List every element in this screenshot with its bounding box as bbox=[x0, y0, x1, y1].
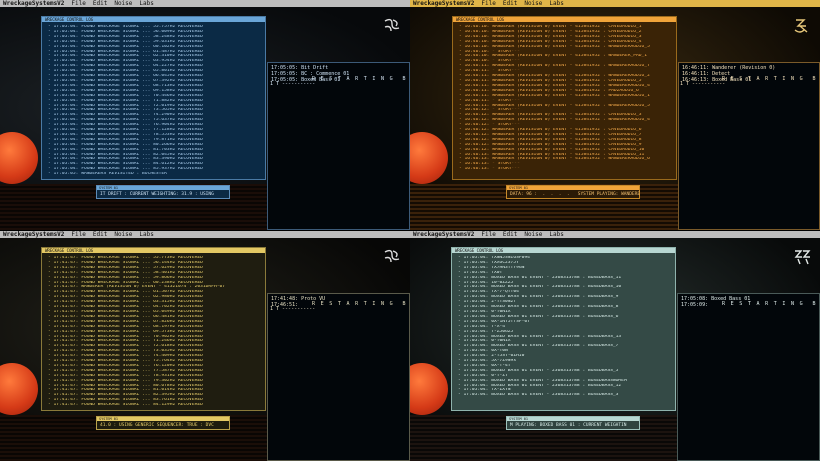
menu-bar: WreckageSystemsV2 File Edit Noise Labs bbox=[410, 231, 820, 238]
app-name[interactable]: WreckageSystemsV2 bbox=[413, 231, 474, 238]
log-lines: - 17:05:04: FOUND WRECKAGE SIGNAL ... 55… bbox=[48, 25, 261, 175]
log-line: - 17:05:04: BOXED BASS 01 EVENT - 236831… bbox=[458, 393, 619, 398]
menu-noise[interactable]: Noise bbox=[114, 231, 132, 238]
menu-file[interactable]: File bbox=[481, 0, 495, 7]
log-line: - 16:46:13: * STORY*** bbox=[459, 167, 520, 172]
log-line: - 17:41:47: FOUND WRECKAGE SIGNAL ... 84… bbox=[48, 403, 203, 406]
wreckage-logo-icon bbox=[384, 249, 400, 263]
terminal-window[interactable]: 17:41:48: Proto VU 17:46:51: bbox=[267, 293, 410, 461]
window-title[interactable]: WRECKAGE CONTROL LOG bbox=[42, 248, 265, 253]
menu-file[interactable]: File bbox=[481, 231, 495, 238]
menu-noise[interactable]: Noise bbox=[114, 0, 132, 7]
window-title[interactable]: WRECKAGE CONTROL LOG bbox=[453, 17, 676, 22]
quadrant-yellow: WreckageSystemsV2 File Edit Noise Labs W… bbox=[0, 231, 410, 461]
log-lines: - 17:41:47: FOUND WRECKAGE SIGNAL ... 55… bbox=[48, 256, 261, 406]
quad-view: WreckageSystemsV2 File Edit Noise Labs W… bbox=[0, 0, 820, 461]
log-lines: - 17:05:04: TXNNJSNIOSF094- 17:05:04: TX… bbox=[458, 256, 671, 406]
control-log-window[interactable]: WRECKAGE CONTROL LOG - 17:05:04: TXNNJSN… bbox=[451, 247, 676, 411]
menu-bar: WreckageSystemsV2 File Edit Noise Labs bbox=[410, 0, 820, 7]
menu-noise[interactable]: Noise bbox=[524, 0, 542, 7]
status-text: 41.0 : USING GENERIC SEQUENCER: TRUE : D… bbox=[100, 423, 214, 428]
menu-file[interactable]: File bbox=[71, 231, 85, 238]
terminal-window[interactable]: 17:05:08: Boxed Bass 01 17:05:09: bbox=[677, 293, 820, 461]
terminal-window[interactable]: 16:46:11: Wanderer (Revision 0) 16:46:11… bbox=[678, 62, 820, 230]
menu-labs[interactable]: Labs bbox=[139, 0, 153, 7]
menu-labs[interactable]: Labs bbox=[139, 231, 153, 238]
status-box: SYSTEM 01 DATA: 96 : . . . . SYSTEM PLAY… bbox=[506, 185, 640, 199]
control-log-window[interactable]: WRECKAGE CONTROL LOG - 17:05:04: FOUND W… bbox=[41, 16, 266, 180]
menu-bar: WreckageSystemsV2 File Edit Noise Labs bbox=[0, 0, 410, 7]
log-lines: - 16:46:10: WANDERER (REVISION 0) EVENT … bbox=[459, 25, 672, 175]
status-text: IT DRIFT : CURRENT WEIGHTING: 31.9 : USI… bbox=[100, 192, 214, 197]
restart-text: R E S T A R T I N G B bbox=[312, 76, 407, 82]
quadrant-teal: WreckageSystemsV2 File Edit Noise Labs W… bbox=[410, 231, 820, 461]
app-name[interactable]: WreckageSystemsV2 bbox=[3, 0, 64, 7]
restart-text: R E S T A R T I N G B bbox=[722, 76, 817, 82]
menu-labs[interactable]: Labs bbox=[549, 231, 563, 238]
menu-noise[interactable]: Noise bbox=[524, 231, 542, 238]
wreckage-logo-icon bbox=[794, 19, 808, 33]
status-text: M PLAYING: BOXED BASS 01 : CURRENT WEIGH… bbox=[510, 423, 627, 428]
window-title[interactable]: WRECKAGE CONTROL LOG bbox=[452, 248, 675, 253]
restart-text: R E S T A R T I N G B bbox=[722, 301, 817, 307]
wreckage-logo-icon bbox=[384, 18, 400, 32]
menu-edit[interactable]: Edit bbox=[503, 231, 517, 238]
terminal-prompt: 1 T ----------- bbox=[270, 81, 316, 87]
terminal-window[interactable]: 17:05:05: Bit Drift 17:05:05: BC : Comme… bbox=[267, 62, 410, 230]
terminal-prompt: 1 T ----------- bbox=[270, 306, 316, 312]
status-box: SYSTEM 01 41.0 : USING GENERIC SEQUENCER… bbox=[96, 416, 230, 430]
log-line: - 17:05:05: WANDERERS REVISITED : BOCHES… bbox=[48, 172, 167, 175]
menu-file[interactable]: File bbox=[71, 0, 85, 7]
quadrant-blue: WreckageSystemsV2 File Edit Noise Labs W… bbox=[0, 0, 410, 230]
control-log-window[interactable]: WRECKAGE CONTROL LOG - 17:41:47: FOUND W… bbox=[41, 247, 266, 411]
control-log-window[interactable]: WRECKAGE CONTROL LOG - 16:46:10: WANDERE… bbox=[452, 16, 677, 180]
status-box: SYSTEM 01 M PLAYING: BOXED BASS 01 : CUR… bbox=[506, 416, 640, 430]
status-text: DATA: 96 : . . . . SYSTEM PLAYING: WANDE… bbox=[510, 192, 641, 197]
app-name[interactable]: WreckageSystemsV2 bbox=[413, 0, 474, 7]
menu-labs[interactable]: Labs bbox=[549, 0, 563, 7]
menu-edit[interactable]: Edit bbox=[93, 231, 107, 238]
restart-text: R E S T A R T I N G B bbox=[312, 301, 407, 307]
window-title[interactable]: WRECKAGE CONTROL LOG bbox=[42, 17, 265, 22]
app-name[interactable]: WreckageSystemsV2 bbox=[3, 231, 64, 238]
menu-edit[interactable]: Edit bbox=[503, 0, 517, 7]
terminal-prompt: 1 T ----------- bbox=[680, 81, 726, 87]
quadrant-orange: WreckageSystemsV2 File Edit Noise Labs W… bbox=[410, 0, 820, 230]
menu-edit[interactable]: Edit bbox=[93, 0, 107, 7]
wreckage-logo-icon bbox=[794, 250, 811, 265]
status-box: SYSTEM 01 IT DRIFT : CURRENT WEIGHTING: … bbox=[96, 185, 230, 199]
menu-bar: WreckageSystemsV2 File Edit Noise Labs bbox=[0, 231, 410, 238]
